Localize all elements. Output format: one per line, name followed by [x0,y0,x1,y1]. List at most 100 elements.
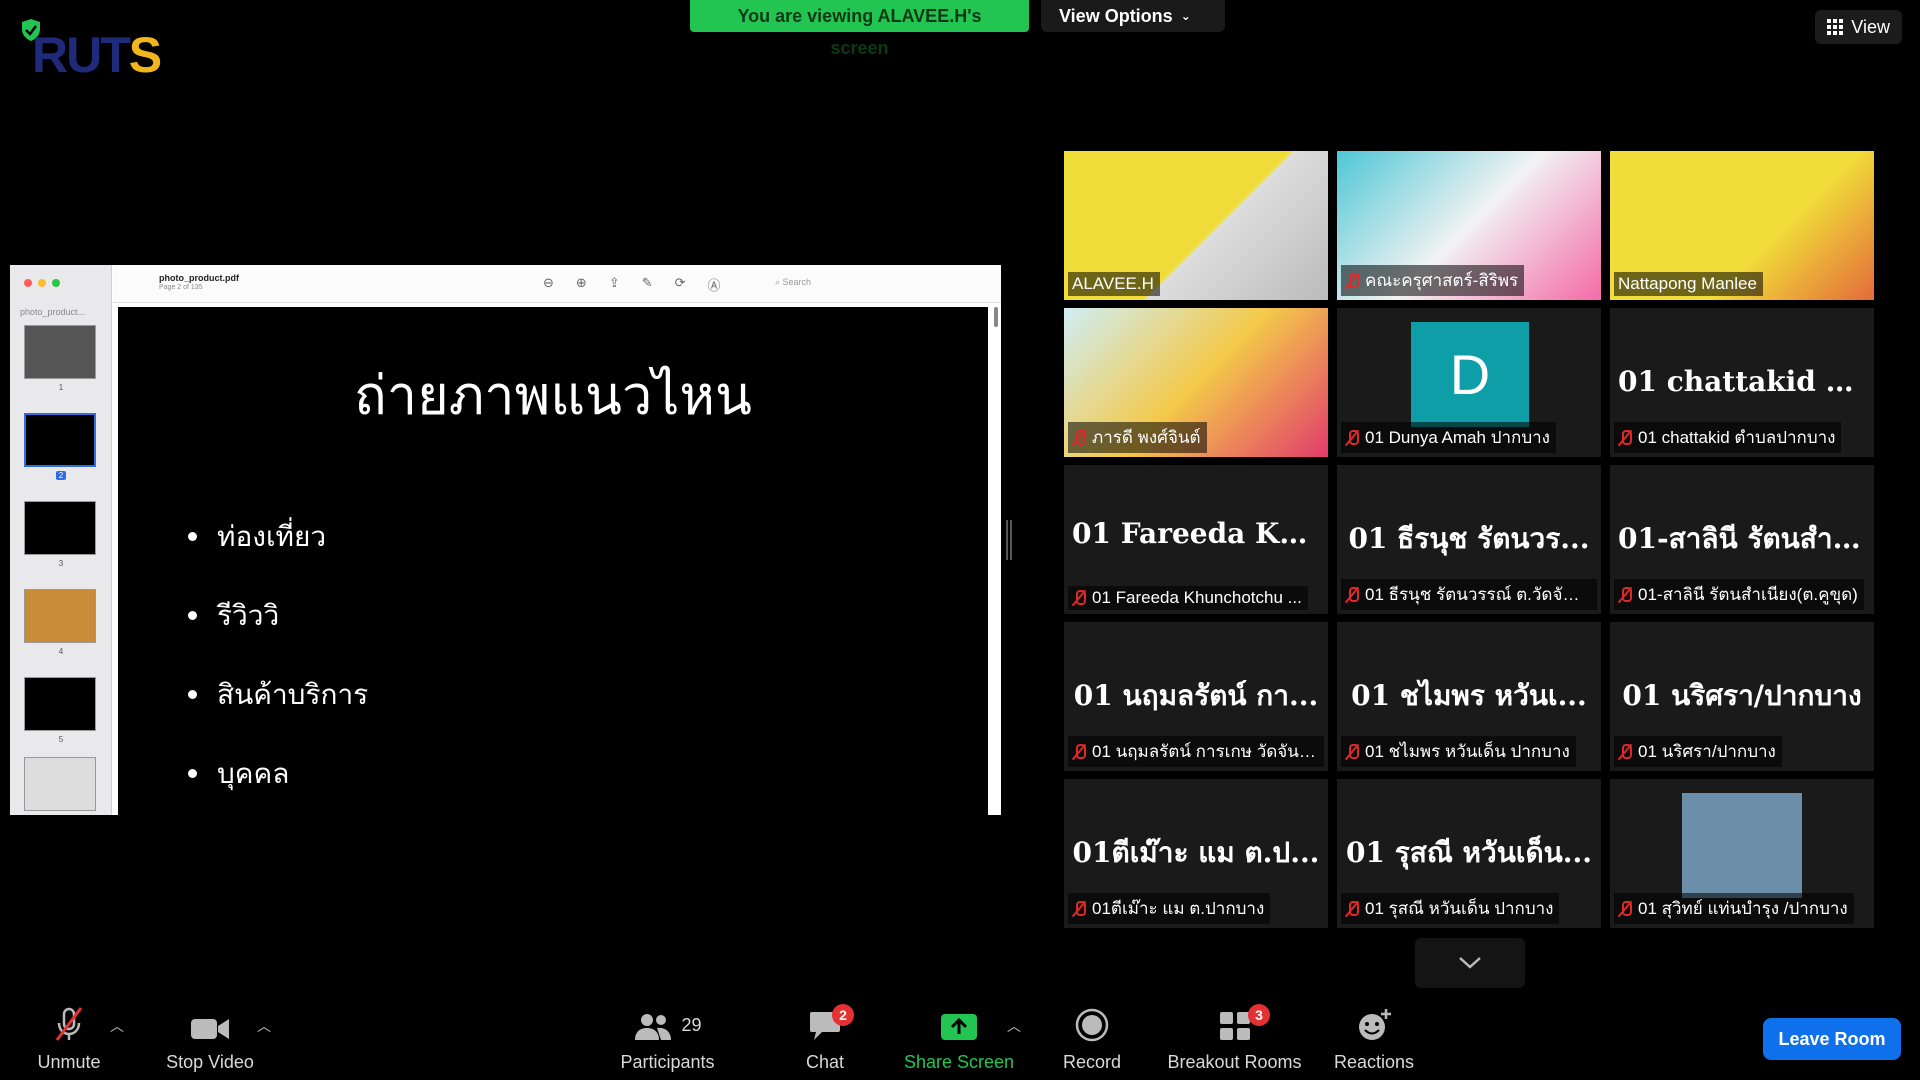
rotate-icon[interactable]: ⟳ [675,275,686,294]
slide-bullet: รีวิววิ [188,576,368,655]
participant-name-display: 01-สาลินี รัตนสำเ... [1618,522,1872,555]
thumb-number: 1 [58,383,64,392]
breakout-badge: 3 [1248,1004,1270,1026]
minimize-dot-icon [38,279,46,287]
participant-tile[interactable]: 01 สุวิทย์ แท่นบำรุง /ปากบาง [1610,779,1874,928]
page-thumbnail[interactable] [24,501,96,555]
participant-name-label: 01 Dunya Amah ปากบาง [1341,422,1556,453]
video-options-caret-icon[interactable]: ︿ [257,1016,271,1036]
pdf-page-info: Page 2 of 135 [159,284,203,291]
participant-name: ภารดี พงศ์จินต์ [1092,428,1201,447]
viewing-screen-indicator: You are viewing ALAVEE.H's screen [690,0,1029,58]
zoom-out-icon[interactable]: ⊖ [543,275,554,294]
participant-name-label: 01 รุสณี หวันเด็น ปากบาง [1341,893,1560,924]
participant-name-display: 01 ธีรนุช รัตนวร... [1348,522,1590,555]
thumb-number: 2 [10,471,112,480]
microphone-muted-icon [1072,743,1086,761]
unmute-label: Unmute [37,1052,101,1072]
zoom-window: You are viewing ALAVEE.H's screen View O… [0,0,1920,1080]
participant-name: 01-สาลินี รัตนสำเนียง(ต.คูขุด) [1638,585,1858,604]
audio-options-caret-icon[interactable]: ︿ [110,1016,124,1036]
page-thumbnail[interactable] [24,677,96,731]
participant-name-label: คณะครุศาสตร์-สิริพร [1341,265,1525,296]
participant-tile[interactable]: Nattapong Manlee [1610,151,1874,300]
page-thumbnail-selected[interactable] [24,413,96,467]
page-thumbnail[interactable] [24,757,96,811]
participants-button[interactable]: 29 Participants [610,1000,725,1080]
slide-bullets: ท่องเที่ยว รีวิววิ สินค้าบริการ บุคคล [188,497,368,813]
record-icon [1075,1008,1109,1042]
zoom-in-icon[interactable]: ⊕ [576,275,587,294]
participant-name: 01 รุสณี หวันเด็น ปากบาง [1365,899,1554,918]
participant-name-display: 01 นริศรา/ปากบาง [1622,679,1862,712]
participant-tile[interactable]: 01 นฤมลรัตน์ กา... 01 นฤมลรัตน์ การเกษ วั… [1064,622,1328,771]
share-icon[interactable]: ⇪ [609,275,620,294]
stop-video-button[interactable]: Stop Video [160,1000,260,1080]
record-button[interactable]: Record [1052,1000,1132,1080]
meeting-toolbar: Unmute ︿ Stop Video ︿ 29 Participants 2 … [0,1000,1920,1080]
participant-tile[interactable]: 01ตีเม๊าะ แม ต.ป... 01ตีเม๊าะ แม ต.ปากบาง [1064,779,1328,928]
slide-content: ถ่ายภาพแนวไหน ท่องเที่ยว รีวิววิ สินค้าบ… [118,307,988,815]
participant-name: 01ตีเม๊าะ แม ต.ปากบาง [1092,899,1265,918]
thumb-number: 4 [58,647,64,656]
page-thumbnail[interactable] [24,325,96,379]
participants-count: 29 [681,1015,702,1035]
thumb-number: 3 [58,559,64,568]
ruts-logo: RUTS [14,18,234,83]
participant-tile[interactable]: คณะครุศาสตร์-สิริพร [1337,151,1601,300]
participant-name-display: 01 Fareeda Khu... [1072,517,1328,550]
markup-icon[interactable]: ✎ [642,275,653,294]
close-dot-icon [24,279,32,287]
participant-tile[interactable]: 01 ธีรนุช รัตนวร... 01 ธีรนุช รัตนวรรณ์ ต… [1337,465,1601,614]
unmute-button[interactable]: Unmute [24,1000,114,1080]
share-screen-button[interactable]: Share Screen [900,1000,1018,1080]
gallery-next-button[interactable] [1415,938,1525,988]
participant-tile[interactable]: 01 นริศรา/ปากบาง 01 นริศรา/ปากบาง [1610,622,1874,771]
participant-tile[interactable]: 01 chattakid ตำ... 01 chattakid ตำบลปากบา… [1610,308,1874,457]
pdf-scrollbar[interactable] [994,307,998,327]
leave-room-button[interactable]: Leave Room [1763,1018,1901,1060]
participant-tile[interactable]: 01 Fareeda Khu... 01 Fareeda Khunchotchu … [1064,465,1328,614]
participant-name: ALAVEE.H [1072,274,1154,293]
participant-name-label: Nattapong Manlee [1614,272,1763,296]
participant-tile[interactable]: D 01 Dunya Amah ปากบาง [1337,308,1601,457]
microphone-muted-icon [1072,589,1086,607]
annotate-icon[interactable]: Ⓐ [708,275,721,294]
participant-tile[interactable]: 01 ชไมพร หวันเ... 01 ชไมพร หวันเด็น ปากบา… [1337,622,1601,771]
participant-tile[interactable]: ภารดี พงศ์จินต์ [1064,308,1328,457]
breakout-rooms-icon [1219,1012,1250,1040]
participants-icon [635,1014,672,1040]
microphone-muted-icon [1345,272,1359,290]
chat-button[interactable]: 2 Chat [790,1000,860,1080]
pdf-toolbar: photo_product.pdf Page 2 of 135 ⊖ ⊕ ⇪ ✎ … [113,265,1001,303]
participant-tile[interactable]: 01 รุสณี หวันเด็น... 01 รุสณี หวันเด็น ปา… [1337,779,1601,928]
participant-name-label: 01 ชไมพร หวันเด็น ปากบาง [1341,736,1576,767]
pdf-search-field[interactable]: ⌕ Search [775,277,811,288]
pdf-thumbnail-sidebar: photo_product... 1 2 3 4 5 [10,265,112,815]
view-button[interactable]: View [1815,10,1902,44]
microphone-muted-icon [1618,586,1632,604]
participant-tile[interactable]: ALAVEE.H [1064,151,1328,300]
participant-name-display: 01 chattakid ตำ... [1618,365,1874,398]
chat-label: Chat [805,1052,845,1072]
participant-name: 01 ธีรนุช รัตนวรรณ์ ต.วัดจันทร์ [1365,585,1591,604]
page-thumbnail[interactable] [24,589,96,643]
reactions-emoji-icon [1359,1009,1391,1040]
participant-name-display: 01 รุสณี หวันเด็น... [1345,836,1593,869]
slide-bullet: สินค้าบริการ [188,655,368,734]
view-options-label: View Options [1059,6,1173,26]
participant-name: 01 นฤมลรัตน์ การเกษ วัดจันทร์ [1092,742,1318,761]
participant-tile[interactable]: 01-สาลินี รัตนสำเ... 01-สาลินี รัตนสำเนีย… [1610,465,1874,614]
participant-name-label: 01 นริศรา/ปากบาง [1614,736,1782,767]
reactions-button[interactable]: Reactions [1328,1000,1420,1080]
microphone-muted-icon [55,1007,83,1041]
view-options-button[interactable]: View Options ⌄ [1041,0,1225,32]
participant-name: 01 Dunya Amah ปากบาง [1365,428,1550,447]
participant-profile-photo [1682,793,1802,898]
split-divider-handle[interactable] [1006,520,1012,560]
breakout-rooms-label: Breakout Rooms [1167,1052,1302,1072]
share-options-caret-icon[interactable]: ︿ [1007,1016,1021,1036]
breakout-rooms-button[interactable]: 3 Breakout Rooms [1162,1000,1307,1080]
pdf-file-name: photo_product.pdf [159,273,239,283]
participant-name-label: 01-สาลินี รัตนสำเนียง(ต.คูขุด) [1614,579,1864,610]
